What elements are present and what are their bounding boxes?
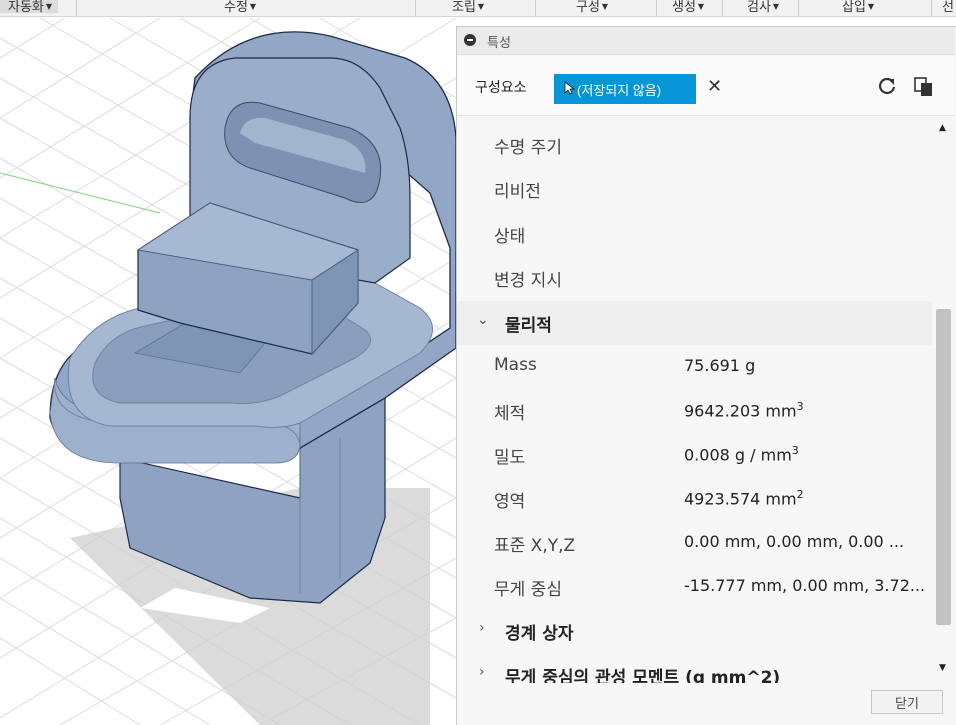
volume-value: 9642.203 mm [684,401,797,421]
copy-icon[interactable] [913,76,935,98]
toolbar-select-menu[interactable]: 선 [942,0,954,15]
toolbar-divider [415,0,416,16]
chevron-down-icon: ▼ [697,2,705,11]
toolbar-insert-label: 삽입 [842,0,866,15]
list-item: 밀도 0.008 g / mm3 [457,433,932,477]
toolbar-divider [722,0,723,16]
list-item: 체적 9642.203 mm3 [457,389,932,433]
chevron-down-icon: ▼ [772,2,780,11]
toolbar-construct-menu[interactable]: 구성 ▼ [576,0,609,15]
toolbar-assemble-menu[interactable]: 조립 ▼ [452,0,485,15]
section-physical[interactable]: ⌄ 물리적 [457,301,932,345]
vertical-scrollbar[interactable]: ▲ ▼ [934,117,953,683]
component-selector-label: (저장되지 않음) [577,82,662,98]
list-item: 수명 주기 [457,123,932,167]
property-value: 9642.203 mm3 [684,400,804,420]
chevron-down-icon: ⌄ [477,312,489,328]
property-label: 영역 [494,492,526,512]
property-label: 수명 주기 [494,138,562,158]
area-unit-exponent: 2 [796,488,804,501]
toolbar-divider [931,0,932,16]
toolbar-select-label: 선 [942,0,954,15]
component-row: 구성요소 (저장되지 않음) ✕ [457,56,955,116]
toolbar-divider [656,0,657,16]
toolbar-inspect-menu[interactable]: 검사 ▼ [747,0,780,15]
list-item: Mass 75.691 g [457,345,932,389]
property-label: 밀도 [494,448,526,468]
property-value: 75.691 g [684,356,756,375]
panel-title: 특성 [487,36,511,51]
3d-viewport[interactable] [0,18,456,725]
scrollbar-thumb[interactable] [936,309,951,625]
property-label: 무게 중심 [494,580,562,600]
section-label: 무게 중심의 관성 모멘트 (g mm^2) [505,668,781,683]
component-selector[interactable]: (저장되지 않음) [554,74,696,104]
property-value: -15.777 mm, 0.00 mm, 3.72... [684,576,926,595]
toolbar-construct-label: 구성 [576,0,600,15]
section-label: 물리적 [505,316,552,336]
list-item: 표준 X,Y,Z 0.00 mm, 0.00 mm, 0.00 ... [457,521,932,565]
cursor-icon [564,80,575,95]
toolbar-inspect-label: 검사 [747,0,771,15]
volume-unit-exponent: 3 [796,400,804,413]
density-value: 0.008 g / mm [684,445,792,465]
chevron-down-icon: ▼ [867,2,875,11]
list-item: 변경 지시 [457,256,932,300]
list-item: 무게 중심 -15.777 mm, 0.00 mm, 3.72... [457,565,932,609]
chevron-down-icon: ▼ [601,2,609,11]
chevron-down-icon: ▼ [45,2,53,11]
properties-list: 수명 주기 리비전 상태 변경 지시 ⌄ 물리적 Mass 75.691 g 체… [457,117,932,683]
section-moment-of-inertia[interactable]: › 무게 중심의 관성 모멘트 (g mm^2) [457,653,932,683]
property-label: 상태 [494,227,526,247]
property-label: 변경 지시 [494,271,562,291]
component-label: 구성요소 [475,80,527,96]
property-label: 체적 [494,404,526,424]
collapse-icon[interactable] [464,34,476,46]
top-toolbar: 자동화 ▼ 수정 ▼ 조립 ▼ 구성 ▼ 생성 ▼ 검사 ▼ 삽입 ▼ 선 [0,0,956,17]
property-value: 0.008 g / mm3 [684,444,799,464]
toolbar-divider [535,0,536,16]
property-value: 0.00 mm, 0.00 mm, 0.00 ... [684,532,905,551]
toolbar-automation-label: 자동화 [8,0,44,15]
model-canvas[interactable] [0,18,456,725]
property-label: 리비전 [494,182,541,202]
refresh-icon[interactable] [877,76,897,96]
toolbar-insert-menu[interactable]: 삽입 ▼ [842,0,875,15]
list-item: 리비전 [457,167,932,211]
property-label: 표준 X,Y,Z [494,536,576,556]
toolbar-assemble-label: 조립 [452,0,476,15]
density-unit-exponent: 3 [791,444,799,457]
chevron-down-icon: ▼ [249,2,257,11]
toolbar-create-label: 생성 [672,0,696,15]
chevron-right-icon: › [479,620,485,636]
chevron-right-icon: › [479,664,485,680]
section-label: 경계 상자 [505,624,574,644]
app-window: { "toolbar": { "items": [ {"label": "자동화… [0,0,956,725]
list-item: 영역 4923.574 mm2 [457,477,932,521]
toolbar-modify-label: 수정 [224,0,248,15]
area-value: 4923.574 mm [684,489,797,509]
properties-panel: 특성 구성요소 (저장되지 않음) ✕ 수명 주기 리비전 상태 변경 지시 ⌄ [456,26,956,725]
toolbar-divider [798,0,799,16]
chevron-down-icon: ▼ [477,2,485,11]
toolbar-modify-menu[interactable]: 수정 ▼ [224,0,257,15]
section-bounding-box[interactable]: › 경계 상자 [457,609,932,653]
toolbar-automation-menu[interactable]: 자동화 ▼ [0,0,59,15]
toolbar-divider [76,0,77,16]
toolbar-create-menu[interactable]: 생성 ▼ [672,0,705,15]
list-item: 상태 [457,212,932,256]
panel-title-bar: 특성 [457,27,955,55]
close-button[interactable]: 닫기 [871,690,943,714]
scroll-down-icon[interactable]: ▼ [939,663,946,673]
property-value: 4923.574 mm2 [684,488,804,508]
x-axis-line [0,172,161,214]
scroll-up-icon[interactable]: ▲ [939,123,946,133]
clear-selection-button[interactable]: ✕ [707,76,722,97]
property-label: Mass [494,355,537,375]
